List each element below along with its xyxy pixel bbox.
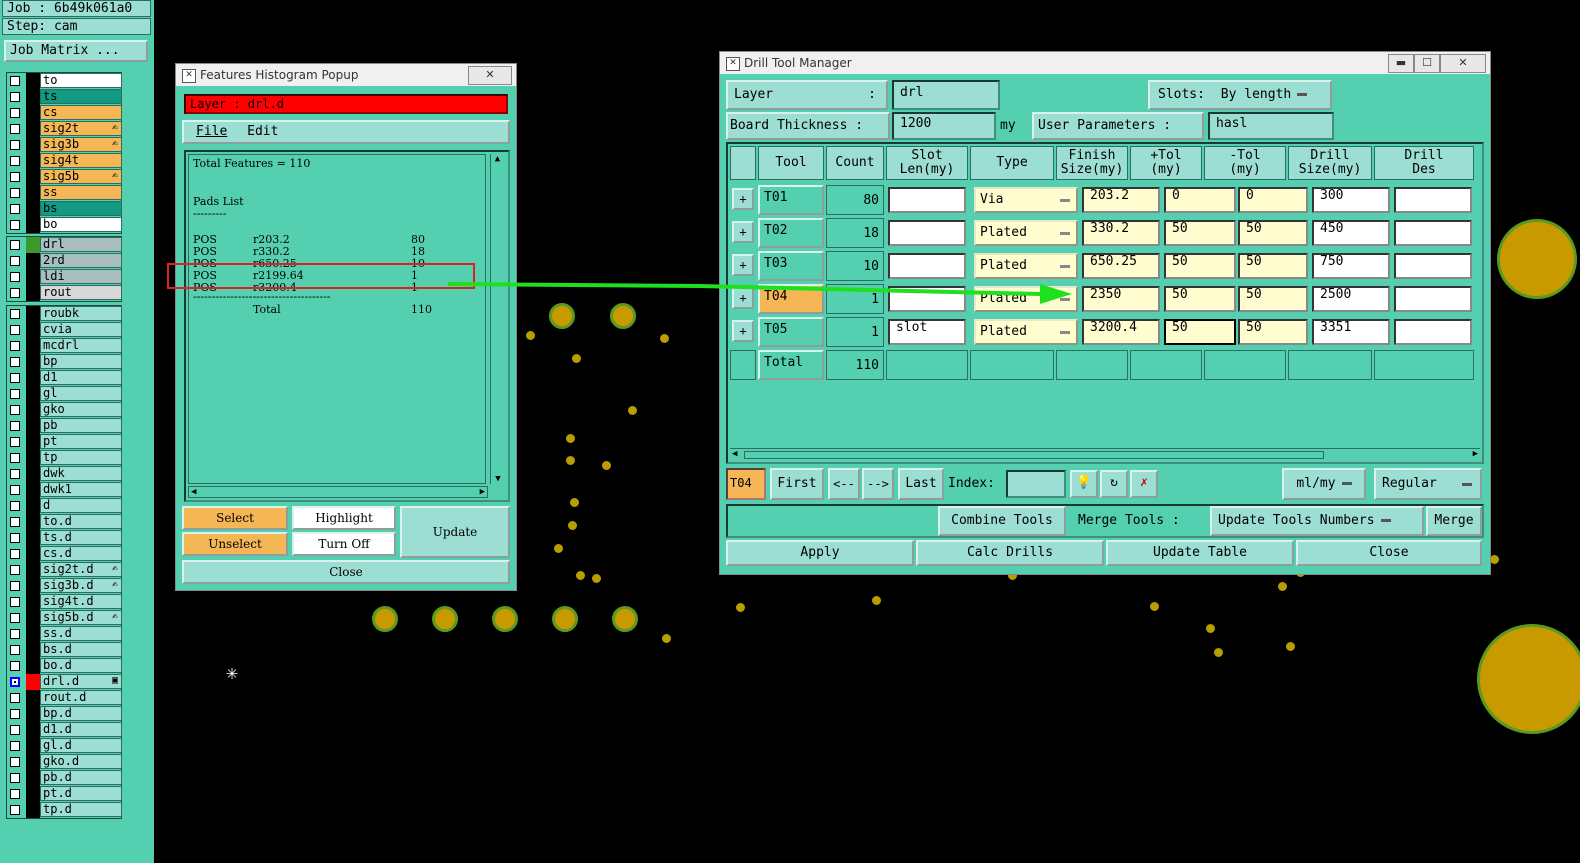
annotation-arrow <box>447 282 1072 304</box>
crosshair-cursor-icon: ✳ <box>226 660 239 684</box>
